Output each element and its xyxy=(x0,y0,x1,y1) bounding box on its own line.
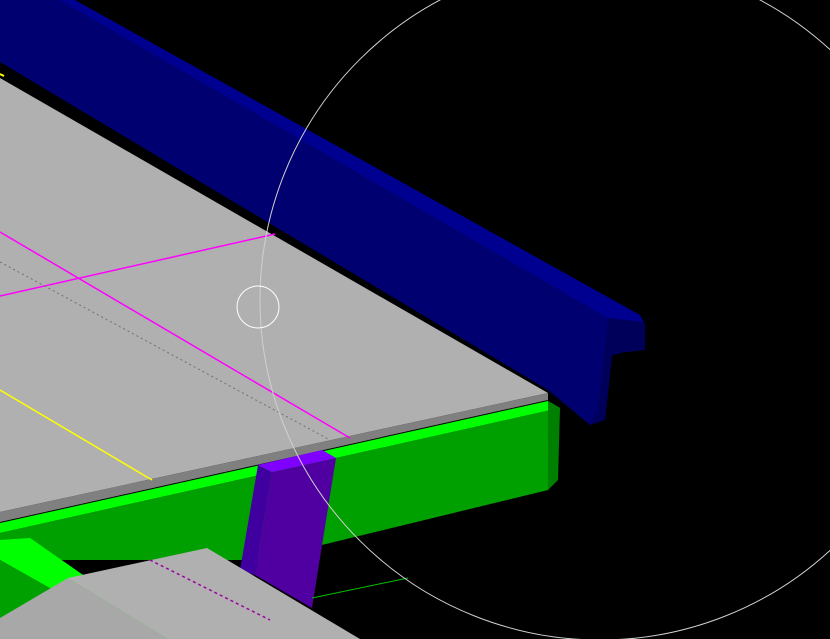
3d-model-viewport[interactable] xyxy=(0,0,830,639)
green-beam-end xyxy=(548,401,560,490)
model-scene[interactable] xyxy=(0,0,830,639)
yellow-guide-mark xyxy=(0,73,5,77)
axis-line xyxy=(311,577,409,599)
